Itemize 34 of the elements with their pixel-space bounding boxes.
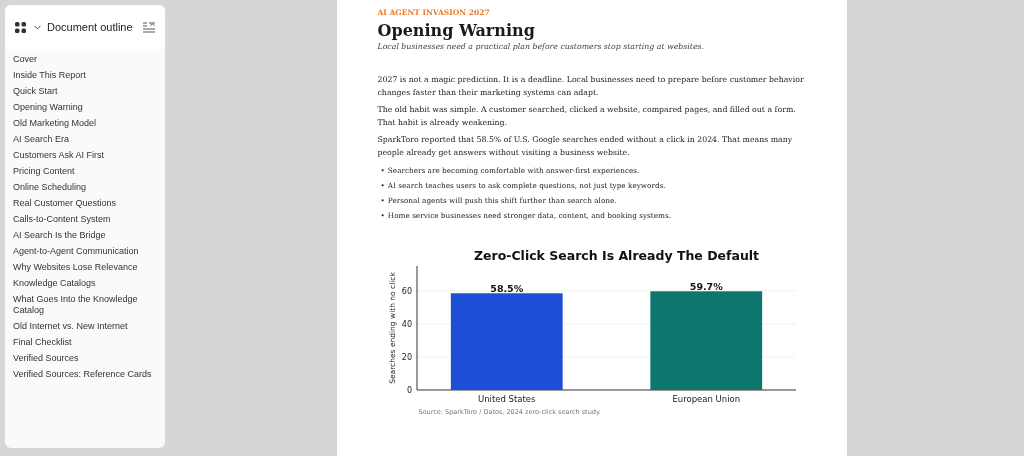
outline-item[interactable]: Final Checklist bbox=[13, 334, 153, 350]
outline-item[interactable]: Cover bbox=[13, 51, 153, 67]
outline-title: Document outline bbox=[47, 21, 133, 33]
outline-item[interactable]: Why Websites Lose Relevance bbox=[13, 259, 153, 275]
outline-item[interactable]: What Goes Into the Knowledge Catalog bbox=[13, 291, 153, 318]
outline-item[interactable]: Verified Sources: Reference Cards bbox=[13, 366, 153, 382]
y-tick-label: 0 bbox=[406, 386, 412, 395]
y-tick-label: 20 bbox=[401, 352, 412, 362]
x-tick-label: United States bbox=[477, 394, 536, 404]
outline-item[interactable]: AI Search Is the Bridge bbox=[13, 227, 153, 243]
outline-item[interactable]: Agent-to-Agent Communication bbox=[13, 243, 153, 259]
chevron-down-icon[interactable] bbox=[34, 24, 41, 30]
list-settings-icon[interactable] bbox=[142, 21, 155, 33]
y-tick-label: 40 bbox=[401, 319, 412, 329]
value-label: 58.5% bbox=[489, 282, 523, 294]
outline-item[interactable]: Online Scheduling bbox=[13, 179, 153, 195]
outline-item[interactable]: Pricing Content bbox=[13, 163, 153, 179]
outline-item[interactable]: Real Customer Questions bbox=[13, 195, 153, 211]
outline-item[interactable]: Knowledge Catalogs bbox=[13, 275, 153, 291]
outline-item[interactable]: AI Search Era bbox=[13, 131, 153, 147]
outline-item[interactable]: Opening Warning bbox=[13, 99, 153, 115]
outline-item[interactable]: Inside This Report bbox=[13, 67, 153, 83]
outline-item[interactable]: Old Internet vs. New Internet bbox=[13, 318, 153, 334]
x-tick-label: European Union bbox=[671, 394, 740, 404]
outline-item[interactable]: Customers Ask AI First bbox=[13, 147, 153, 163]
grid-icon bbox=[15, 21, 26, 33]
y-tick-label: 60 bbox=[401, 286, 412, 296]
outline-item[interactable]: Old Marketing Model bbox=[13, 115, 153, 131]
chart-title: Zero-Click Search Is Already The Default bbox=[473, 248, 759, 263]
outline-item[interactable]: Quick Start bbox=[13, 83, 153, 99]
page-title: Opening Warning bbox=[377, 21, 535, 40]
outline-item[interactable]: Calls-to-Content System bbox=[13, 211, 153, 227]
value-label: 59.7% bbox=[689, 280, 723, 292]
outline-item[interactable]: Verified Sources bbox=[13, 350, 153, 366]
